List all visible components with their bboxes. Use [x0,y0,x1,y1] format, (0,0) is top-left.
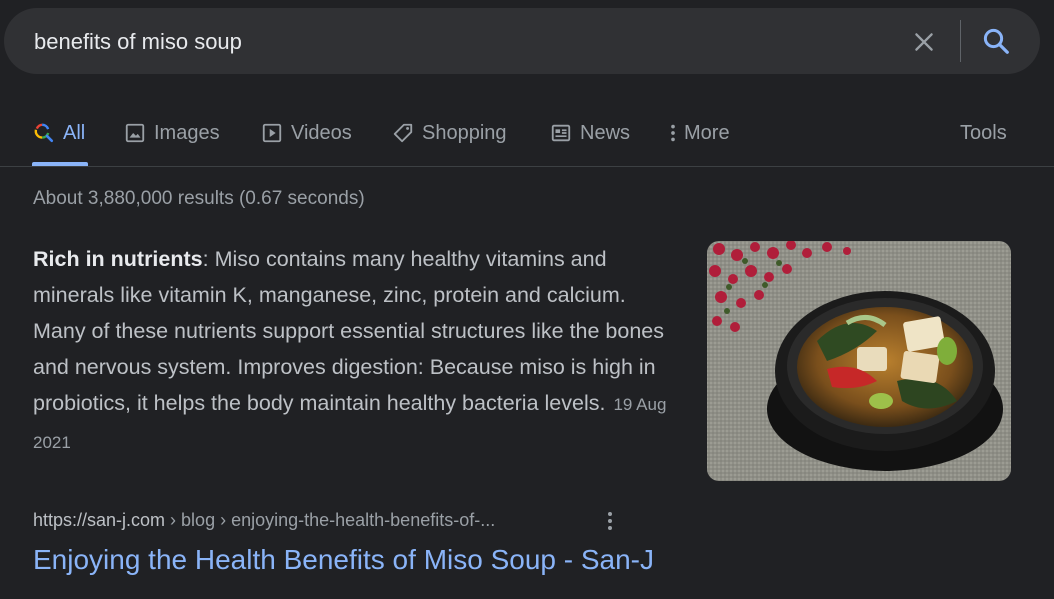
tab-more[interactable]: More [668,120,730,146]
more-vert-icon [608,512,612,530]
play-icon [261,122,283,144]
image-icon [124,122,146,144]
result-domain: https://san-j.com [33,510,166,530]
tab-shopping[interactable]: Shopping [392,120,507,146]
tab-all[interactable]: All [33,120,85,146]
tab-images[interactable]: Images [124,120,220,146]
more-vert-icon [668,122,678,144]
clear-search-button[interactable] [904,25,944,59]
result-title-link[interactable]: Enjoying the Health Benefits of Miso Sou… [33,544,654,576]
result-options-button[interactable] [598,508,622,534]
miso-soup-image[interactable] [707,241,1011,481]
close-icon [915,33,933,51]
search-input[interactable] [34,28,894,56]
result-stats: About 3,880,000 results (0.67 seconds) [33,188,365,209]
google-search-icon [33,122,55,144]
snippet-body: : Miso contains many healthy vitamins an… [33,247,665,415]
tab-label: Videos [291,121,352,144]
tabs-divider [0,166,1054,167]
tab-label: Shopping [422,121,507,144]
search-bar [4,8,1040,74]
featured-snippet-text: Rich in nutrients: Miso contains many he… [33,241,683,461]
tools-button[interactable]: Tools [960,120,1007,146]
result-breadcrumbs: › blog › enjoying-the-health-benefits-of… [165,510,496,530]
search-tabs: All Images Videos Shopping News More Too… [0,108,1054,166]
newspaper-icon [550,122,572,144]
search-icon [983,28,1009,54]
result-url[interactable]: https://san-j.com › blog › enjoying-the-… [33,510,495,531]
tab-label: More [684,121,730,144]
search-results-page: All Images Videos [0,0,1054,599]
tab-label: Images [154,121,220,144]
tab-videos[interactable]: Videos [261,120,352,146]
tab-news[interactable]: News [550,120,630,146]
tools-label: Tools [960,121,1007,144]
tag-icon [392,122,414,144]
search-button[interactable] [976,23,1016,59]
snippet-bold-lead: Rich in nutrients [33,247,203,271]
tab-label: All [63,121,86,144]
search-bar-divider [960,20,961,62]
tab-label: News [580,121,631,144]
